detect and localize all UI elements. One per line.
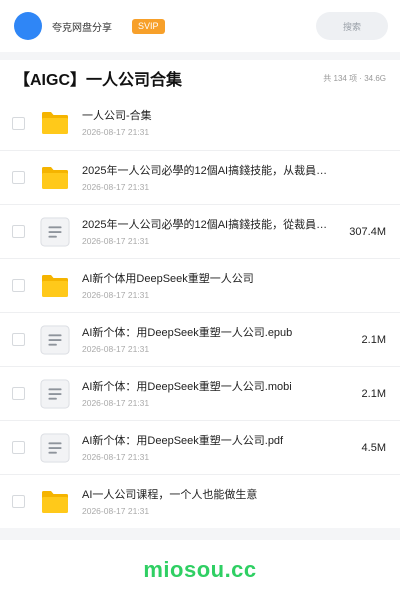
select-checkbox[interactable]: [12, 279, 25, 292]
list-item[interactable]: AI新个体：用DeepSeek重塑一人公司.epub 2026-08-17 21…: [0, 312, 400, 366]
footer: miosou.cc: [0, 540, 400, 600]
list-item[interactable]: AI新个体：用DeepSeek重塑一人公司.pdf 2026-08-17 21:…: [0, 420, 400, 474]
select-checkbox[interactable]: [12, 171, 25, 184]
document-icon: [40, 324, 70, 355]
file-size: 2.1M: [361, 333, 386, 346]
folder-meta: 共 134 项 · 34.6G: [323, 73, 386, 83]
list-item[interactable]: 2025年一人公司必學的12個AI搞錢技能，从裁員… 2026-08-17 21…: [0, 150, 400, 204]
file-name: 2025年一人公司必學的12個AI搞錢技能，從裁員…: [82, 218, 328, 231]
divider: [0, 52, 400, 60]
file-date: 2026-08-17 21:31: [82, 451, 150, 462]
top-bar: 夸克网盘分享 SVIP 搜索: [0, 0, 400, 52]
page-title: 【AIGC】一人公司合集: [14, 72, 183, 89]
document-icon: [40, 432, 70, 463]
avatar[interactable]: [14, 12, 42, 40]
list-item[interactable]: AI新个体用DeepSeek重塑一人公司 2026-08-17 21:31: [0, 258, 400, 312]
file-name: 2025年一人公司必學的12個AI搞錢技能，从裁員…: [82, 164, 328, 177]
folder-icon: [40, 163, 70, 193]
list-item[interactable]: 一人公司-合集 2026-08-17 21:31: [0, 96, 400, 150]
file-info: AI新个体：用DeepSeek重塑一人公司.epub 2026-08-17 21…: [82, 326, 362, 354]
file-info: 2025年一人公司必學的12個AI搞錢技能，從裁員… 2026-08-17 21…: [82, 218, 349, 246]
file-name: AI新个体：用DeepSeek重塑一人公司.pdf: [82, 434, 284, 447]
list-item[interactable]: AI新个体：用DeepSeek重塑一人公司.mobi 2026-08-17 21…: [0, 366, 400, 420]
svip-badge: SVIP: [132, 18, 165, 34]
select-checkbox[interactable]: [12, 387, 25, 400]
file-name: 一人公司-合集: [82, 110, 152, 122]
file-name: AI新个体用DeepSeek重塑一人公司: [82, 272, 254, 285]
app-name: 夸克网盘分享: [52, 22, 112, 34]
select-checkbox[interactable]: [12, 225, 25, 238]
folder-icon: [40, 487, 70, 517]
file-date: 2026-08-17 21:31: [82, 181, 150, 192]
select-checkbox[interactable]: [12, 333, 25, 346]
file-info: AI新个体：用DeepSeek重塑一人公司.mobi 2026-08-17 21…: [82, 380, 362, 408]
folder-icon: [40, 108, 70, 138]
file-size: 2.1M: [361, 387, 386, 400]
list-item[interactable]: AI一人公司课程，一个人也能做生意 2026-08-17 21:31: [0, 474, 400, 528]
document-icon: [40, 216, 70, 247]
folder-header: 【AIGC】一人公司合集 共 134 项 · 34.6G: [0, 60, 400, 96]
file-size: 4.5M: [361, 441, 386, 454]
file-size: 307.4M: [349, 225, 386, 238]
file-list: 一人公司-合集 2026-08-17 21:31 2025年一人公司必學的12個…: [0, 96, 400, 528]
file-name: AI新个体：用DeepSeek重塑一人公司.epub: [82, 326, 293, 339]
file-info: AI一人公司课程，一个人也能做生意 2026-08-17 21:31: [82, 488, 386, 516]
file-date: 2026-08-17 21:31: [82, 235, 150, 246]
watermark: miosou.cc: [143, 557, 257, 582]
file-name: AI一人公司课程，一个人也能做生意: [82, 488, 258, 501]
document-icon: [40, 378, 70, 409]
file-name: AI新个体：用DeepSeek重塑一人公司.mobi: [82, 380, 292, 393]
file-date: 2026-08-17 21:31: [82, 343, 150, 354]
file-date: 2026-08-17 21:31: [82, 289, 150, 300]
folder-icon: [40, 271, 70, 301]
file-date: 2026-08-17 21:31: [82, 127, 150, 137]
search-input[interactable]: 搜索: [316, 12, 388, 40]
file-info: AI新个体用DeepSeek重塑一人公司 2026-08-17 21:31: [82, 272, 386, 300]
file-date: 2026-08-17 21:31: [82, 397, 150, 408]
file-info: AI新个体：用DeepSeek重塑一人公司.pdf 2026-08-17 21:…: [82, 434, 362, 462]
select-checkbox[interactable]: [12, 116, 25, 130]
share-page: 夸克网盘分享 SVIP 搜索 【AIGC】一人公司合集 共 134 项 · 34…: [0, 0, 400, 600]
select-checkbox[interactable]: [12, 441, 25, 454]
file-info: 2025年一人公司必學的12個AI搞錢技能，从裁員… 2026-08-17 21…: [82, 164, 386, 192]
file-date: 2026-08-17 21:31: [82, 505, 150, 516]
select-checkbox[interactable]: [12, 495, 25, 508]
list-item[interactable]: 2025年一人公司必學的12個AI搞錢技能，從裁員… 2026-08-17 21…: [0, 204, 400, 258]
file-info: 一人公司-合集 2026-08-17 21:31: [82, 109, 386, 137]
